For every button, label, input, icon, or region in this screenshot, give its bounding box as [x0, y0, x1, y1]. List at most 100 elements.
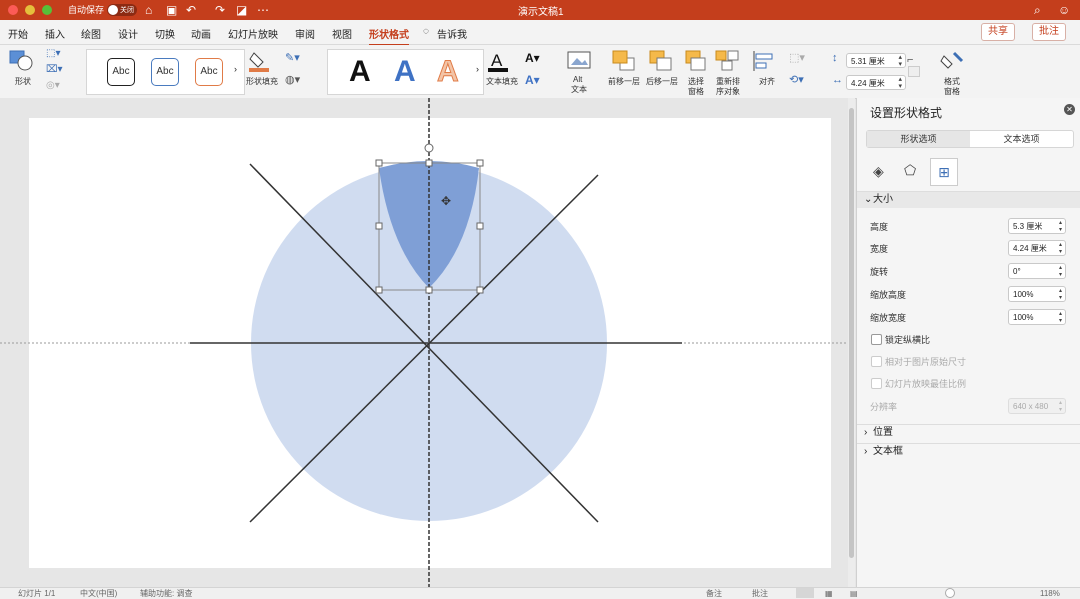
position-section-header[interactable]: › 位置 — [857, 424, 1080, 441]
shape-style-1[interactable]: Abc — [107, 58, 135, 86]
present-icon[interactable]: ◪ — [236, 2, 247, 18]
merge-shapes-icon[interactable]: ◎▾ — [46, 81, 60, 91]
rotation-field[interactable]: 0° ▴ ▾ — [1008, 263, 1066, 279]
account-icon[interactable]: ☺ — [1058, 2, 1070, 18]
wordart-style-3[interactable]: A — [437, 55, 460, 88]
lock-aspect-checkbox[interactable] — [871, 334, 882, 345]
alt-text-icon[interactable] — [567, 51, 591, 71]
redo-icon[interactable]: ↷ — [215, 2, 225, 18]
spin-arrows-icon[interactable]: ▴ ▾ — [898, 54, 902, 68]
selection-pane-label-2: 窗格 — [688, 87, 704, 96]
status-bar: 幻灯片 1/1 中文(中国) 辅助功能: 调查 备注 批注 ▦ ▤ 118% — [0, 587, 1080, 599]
tab-view[interactable]: 视图 — [332, 26, 352, 41]
tab-transitions[interactable]: 切换 — [155, 26, 175, 41]
normal-view-icon[interactable] — [796, 588, 814, 598]
zoom-level[interactable]: 118% — [1040, 588, 1060, 599]
tell-me-search[interactable]: 告诉我 — [437, 26, 467, 41]
wordart-more-icon[interactable]: › — [476, 64, 479, 74]
textbox-section-header[interactable]: › 文本框 — [857, 443, 1080, 460]
best-scale-checkbox[interactable] — [871, 378, 882, 389]
home-icon[interactable]: ⌂ — [145, 2, 152, 18]
group-icon[interactable]: ⬚▾ — [789, 53, 805, 64]
close-window-button[interactable] — [8, 5, 18, 15]
relative-size-checkbox[interactable] — [871, 356, 882, 367]
tab-shape-format[interactable]: 形状格式 — [369, 26, 409, 46]
tab-home[interactable]: 开始 — [8, 26, 28, 41]
tab-review[interactable]: 审阅 — [295, 26, 315, 41]
height-field[interactable]: 5.3 厘米 ▴ ▾ — [1008, 218, 1066, 234]
width-label: 宽度 — [870, 244, 889, 254]
size-properties-icon[interactable]: ⊞ — [930, 158, 958, 186]
wordart-style-2[interactable]: A — [394, 56, 416, 88]
shape-effects-icon[interactable]: ◍▾ — [285, 75, 300, 86]
crop-icon[interactable]: ⌐ — [907, 55, 913, 66]
save-icon[interactable]: ▣ — [166, 2, 177, 18]
spin-arrows-icon[interactable]: ▴ ▾ — [1059, 265, 1062, 279]
send-backward-icon[interactable] — [648, 50, 674, 72]
minimize-window-button[interactable] — [25, 5, 35, 15]
shape-fill-label: 形状填充 — [246, 77, 278, 86]
textbox-section-title: 文本框 — [873, 446, 903, 457]
tab-shape-options[interactable]: 形状选项 — [867, 131, 970, 147]
share-button[interactable]: 共享 — [981, 23, 1015, 41]
text-outline-icon[interactable]: A▾ — [525, 52, 540, 64]
more-icon[interactable]: ⋯ — [257, 2, 269, 18]
reading-view-icon[interactable]: ▤ — [850, 588, 858, 599]
vertical-scrollbar[interactable] — [848, 98, 855, 587]
undo-icon[interactable]: ↶ — [186, 2, 196, 18]
search-icon[interactable]: ⌕ — [1034, 2, 1041, 18]
comments-status-button[interactable]: 批注 — [752, 588, 768, 599]
scrollbar-thumb[interactable] — [849, 108, 854, 558]
gallery-more-icon[interactable]: › — [234, 64, 237, 74]
bring-forward-icon[interactable] — [611, 50, 637, 72]
close-pane-icon[interactable]: ✕ — [1064, 104, 1075, 115]
spin-arrows-icon[interactable]: ▴ ▾ — [1059, 288, 1062, 302]
align-icon[interactable] — [752, 50, 776, 72]
shape-fill-icon[interactable] — [249, 49, 271, 73]
tab-insert[interactable]: 插入 — [45, 26, 65, 41]
autosave-toggle[interactable]: 关闭 — [107, 4, 137, 16]
zoom-window-button[interactable] — [42, 5, 52, 15]
language-status[interactable]: 中文(中国) — [80, 588, 117, 599]
scale-width-field[interactable]: 100% ▴ ▾ — [1008, 309, 1066, 325]
spin-arrows-icon[interactable]: ▴ ▾ — [1059, 242, 1062, 256]
tab-animations[interactable]: 动画 — [191, 26, 211, 41]
tab-text-options[interactable]: 文本选项 — [970, 131, 1073, 147]
fill-line-icon[interactable]: ◈ — [873, 163, 884, 180]
format-pane-icon[interactable] — [940, 50, 964, 72]
shape-outline-icon[interactable]: ✎▾ — [285, 53, 300, 64]
shapes-icon[interactable] — [9, 50, 35, 72]
text-box-icon[interactable]: ⌧▾ — [46, 65, 63, 75]
edit-shape-icon[interactable]: ⬚▾ — [46, 49, 60, 59]
width-field[interactable]: 4.24 厘米 ▴ ▾ — [1008, 240, 1066, 256]
spin-arrows-icon[interactable]: ▴ ▾ — [898, 76, 902, 90]
wordart-style-1[interactable]: A — [349, 56, 371, 88]
zoom-slider-thumb[interactable] — [945, 588, 955, 598]
shape-style-2[interactable]: Abc — [151, 58, 179, 86]
spin-arrows-icon[interactable]: ▴ ▾ — [1059, 220, 1062, 234]
alt-text-label-1: Alt — [573, 75, 583, 84]
rotate-icon[interactable]: ⟲▾ — [789, 75, 804, 86]
comments-button[interactable]: 批注 — [1032, 23, 1066, 41]
sorter-view-icon[interactable]: ▦ — [825, 588, 833, 599]
tab-draw[interactable]: 绘图 — [81, 26, 101, 41]
shape-style-3[interactable]: Abc — [195, 58, 223, 86]
width-spin[interactable]: 4.24 厘米 ▴ ▾ — [846, 75, 906, 90]
resolution-select[interactable]: 640 x 480 ▴ ▾ — [1008, 398, 1066, 414]
accessibility-status[interactable]: 辅助功能: 调查 — [140, 588, 192, 599]
text-effects-icon[interactable]: A▾ — [525, 74, 540, 86]
scale-height-field[interactable]: 100% ▴ ▾ — [1008, 286, 1066, 302]
text-fill-icon[interactable]: A — [487, 49, 511, 73]
notes-button[interactable]: 备注 — [706, 588, 722, 599]
selection-pane-icon[interactable] — [685, 50, 709, 72]
height-spin[interactable]: 5.31 厘米 ▴ ▾ — [846, 53, 906, 68]
spin-arrows-icon[interactable]: ▴ ▾ — [1059, 400, 1062, 414]
effects-icon[interactable]: ⬠ — [904, 162, 916, 179]
tab-design[interactable]: 设计 — [118, 26, 138, 41]
tab-slideshow[interactable]: 幻灯片放映 — [228, 26, 278, 41]
size-dialog-icon[interactable] — [908, 66, 920, 77]
size-section-header[interactable]: ⌄ 大小 — [857, 191, 1080, 208]
spin-arrows-icon[interactable]: ▴ ▾ — [1059, 311, 1062, 325]
handle-bottom-right — [476, 286, 484, 294]
reorder-objects-icon[interactable] — [715, 50, 743, 72]
